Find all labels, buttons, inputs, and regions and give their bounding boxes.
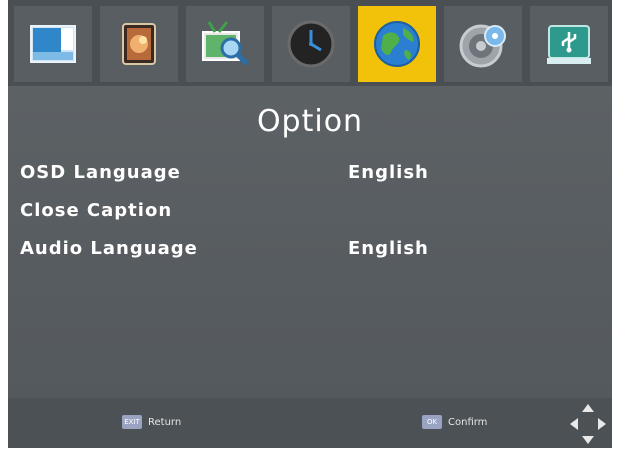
return-label: Return — [148, 416, 182, 428]
tab-option[interactable] — [358, 6, 436, 82]
photo-icon — [122, 23, 156, 65]
option-label: OSD Language — [20, 162, 181, 183]
clock-icon — [287, 20, 335, 68]
option-value: English — [348, 238, 429, 259]
footer-hint-bar: EXIT Return OK Confirm — [8, 398, 612, 448]
ok-key-icon: OK — [422, 415, 442, 429]
option-label: Audio Language — [20, 238, 198, 259]
menu-icon-bar — [8, 0, 612, 86]
return-hint[interactable]: EXIT Return — [122, 415, 181, 429]
option-row-audio-language[interactable]: Audio Language English — [8, 234, 612, 264]
option-row-close-caption[interactable]: Close Caption — [8, 196, 612, 226]
tab-usb[interactable] — [530, 6, 608, 82]
tv-settings-screen: Option OSD Language English Close Captio… — [8, 0, 612, 448]
globe-icon — [374, 21, 420, 67]
confirm-label: Confirm — [448, 416, 488, 428]
confirm-hint[interactable]: OK Confirm — [422, 415, 487, 429]
picture-icon — [30, 25, 76, 63]
usb-icon — [547, 25, 591, 64]
channel-search-icon — [202, 21, 249, 66]
settings-disc-icon — [459, 24, 506, 68]
navigation-arrows-icon — [570, 404, 606, 444]
option-row-osd-language[interactable]: OSD Language English — [8, 158, 612, 188]
tab-photo[interactable] — [100, 6, 178, 82]
exit-key-icon: EXIT — [122, 415, 142, 429]
tab-system[interactable] — [444, 6, 522, 82]
tab-time[interactable] — [272, 6, 350, 82]
option-value: English — [348, 162, 429, 183]
option-label: Close Caption — [20, 200, 173, 221]
tab-picture[interactable] — [14, 6, 92, 82]
page-title: Option — [256, 104, 364, 139]
tab-channel-search[interactable] — [186, 6, 264, 82]
